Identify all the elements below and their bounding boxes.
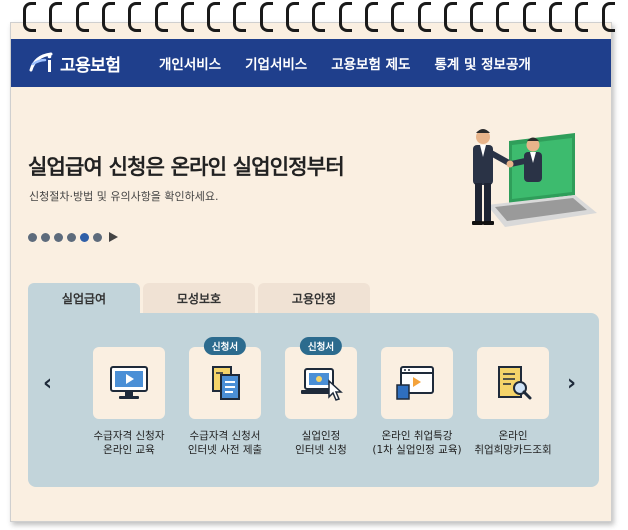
card-label-line2: 취업희망카드조회 [474, 444, 552, 456]
card-online-education[interactable]: 수급자격 신청자 온라인 교육 [81, 319, 177, 457]
logo[interactable]: 고용보험 [27, 50, 143, 76]
card-application-submit[interactable]: 신청서 수급자격 신청서 인터넷 사전 제출 [177, 319, 273, 457]
document-search-icon [498, 366, 532, 400]
nav-statistics[interactable]: 통계 및 정보공개 [434, 53, 530, 73]
binder-ring [338, 2, 352, 32]
handshake-laptop-illustration [447, 123, 597, 243]
card-icon-box[interactable] [93, 347, 165, 419]
slider-indicator [28, 232, 118, 242]
binder-ring [417, 2, 431, 32]
card-icon-box[interactable] [381, 347, 453, 419]
binder-ring [180, 2, 194, 32]
slider-dot[interactable] [41, 232, 50, 242]
binder-ring [48, 2, 63, 32]
card-job-hope-card-lookup[interactable]: 온라인 취업희망카드조회 [465, 319, 561, 457]
site-header: 고용보험 개인서비스 기업서비스 고용보험 제도 통계 및 정보공개 [11, 39, 611, 87]
card-label-line1: 온라인 취업특강 [381, 430, 453, 442]
card-unemployment-recognition[interactable]: 신청서 실업인정 인터넷 신청 [273, 319, 369, 457]
service-cards: 수급자격 신청자 온라인 교육 신청서 수급자격 신청서 인터넷 사전 제출 신… [81, 319, 561, 457]
binder-ring [495, 2, 510, 32]
application-badge: 신청서 [203, 337, 247, 355]
nav-personal-services[interactable]: 개인서비스 [159, 53, 221, 73]
application-badge: 신청서 [299, 337, 343, 355]
page-frame: 고용보험 개인서비스 기업서비스 고용보험 제도 통계 및 정보공개 실업급여 … [10, 22, 612, 522]
binder-ring [469, 2, 484, 32]
logo-text: 고용보험 [60, 55, 121, 76]
binder-ring [601, 2, 615, 32]
binder-ring [206, 2, 221, 32]
binder-ring [232, 2, 247, 32]
binder-ring [443, 2, 457, 32]
slider-dot-active[interactable] [80, 232, 89, 242]
binder-ring [574, 2, 589, 32]
monitor-play-icon [110, 366, 148, 399]
play-icon[interactable] [109, 232, 118, 242]
binder-ring [154, 2, 168, 32]
slider-dot[interactable] [93, 232, 102, 242]
slider-dot[interactable] [54, 232, 63, 242]
binder-ring [522, 2, 536, 32]
card-label-line1: 실업인정 [301, 430, 341, 442]
main-nav: 개인서비스 기업서비스 고용보험 제도 통계 및 정보공개 [159, 53, 555, 73]
slider-dot[interactable] [67, 232, 76, 242]
laptop-click-icon [301, 368, 343, 401]
card-icon-box[interactable] [477, 347, 549, 419]
hero-title: 실업급여 신청은 온라인 실업인정부터 [28, 155, 345, 179]
nav-business-services[interactable]: 기업서비스 [245, 53, 307, 73]
next-arrow-icon[interactable]: › [567, 371, 576, 396]
service-tabs: 실업급여 모성보호 고용안정 [28, 283, 373, 313]
tab-unemployment-benefits[interactable]: 실업급여 [28, 283, 140, 313]
prev-arrow-icon[interactable]: ‹ [43, 371, 52, 396]
card-icon-box[interactable] [189, 347, 261, 419]
card-label-line1: 수급자격 신청서 [189, 430, 261, 442]
slider-dot[interactable] [28, 232, 37, 242]
tab-employment-stability[interactable]: 고용안정 [258, 283, 370, 313]
binder-ring [101, 2, 115, 32]
card-label-line2: 인터넷 신청 [295, 444, 347, 456]
binder-ring [390, 2, 405, 32]
card-label-line2: (1차 실업인정 교육) [372, 444, 462, 456]
binder-ring [127, 2, 142, 32]
binder-ring [311, 2, 326, 32]
card-label-line2: 온라인 교육 [103, 444, 155, 456]
card-icon-box[interactable] [285, 347, 357, 419]
tab-maternity-protection[interactable]: 모성보호 [143, 283, 255, 313]
video-window-icon [396, 366, 434, 400]
binder-ring [75, 2, 89, 32]
binder-ring [364, 2, 378, 32]
logo-mark-icon [27, 50, 57, 76]
document-form-icon [212, 366, 240, 400]
binder-ring [259, 2, 273, 32]
binder-ring [548, 2, 562, 32]
card-label-line2: 인터넷 사전 제출 [187, 444, 263, 456]
spiral-binder [0, 0, 628, 38]
nav-insurance-system[interactable]: 고용보험 제도 [331, 53, 410, 73]
card-label-line1: 온라인 [498, 430, 528, 442]
card-label-line1: 수급자격 신청자 [93, 430, 165, 442]
card-online-lecture[interactable]: 온라인 취업특강 (1차 실업인정 교육) [369, 319, 465, 457]
binder-ring [22, 2, 36, 32]
hero-subtitle: 신청절차·방법 및 유의사항을 확인하세요. [29, 190, 219, 203]
binder-ring [285, 2, 299, 32]
